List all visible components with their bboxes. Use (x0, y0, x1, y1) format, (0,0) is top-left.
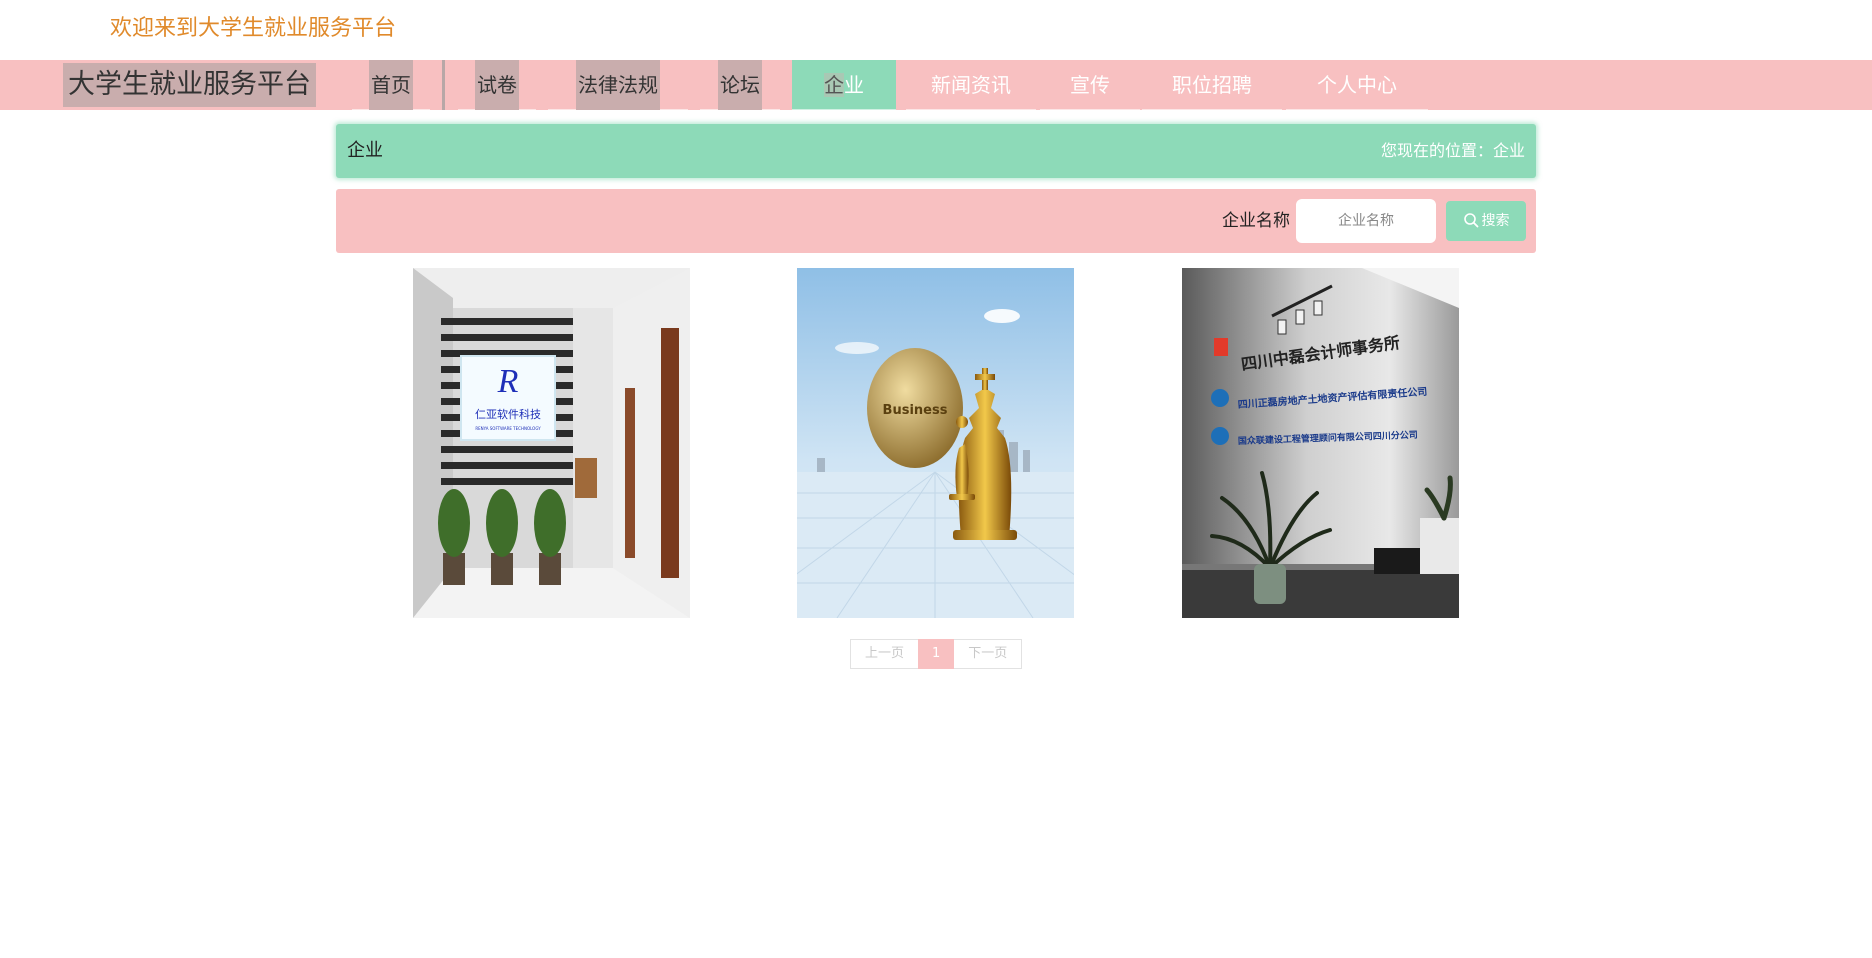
company-name-search-input[interactable] (1296, 199, 1436, 243)
search-label: 企业名称 (1222, 211, 1290, 231)
company-card-2[interactable]: Business (797, 268, 1074, 618)
welcome-text: 欢迎来到大学生就业服务平台 (110, 16, 397, 41)
company-image-reception-wall: 四川中磊会计师事务所 四川正磊房地产土地资产评估有限责任公司 国众联建设工程管理… (1182, 268, 1459, 618)
breadcrumb-bar: 企业 您现在的位置：企业 (336, 124, 1536, 178)
nav-item-exam[interactable]: 试卷 (458, 60, 536, 110)
nav-item-home[interactable]: 首页 (352, 60, 430, 110)
nav-item-label: 个人中心 (1317, 73, 1397, 97)
nav-item-label: 新闻资讯 (931, 73, 1011, 97)
nav-item-label: 职位招聘 (1172, 73, 1252, 97)
page-title: 企业 (347, 140, 383, 161)
brand-logo-text[interactable]: 大学生就业服务平台 (63, 63, 316, 107)
nav-item-label: 法律法规 (576, 60, 660, 110)
search-button-label: 搜索 (1481, 213, 1510, 229)
pagination: 上一页 1 下一页 (850, 639, 1023, 669)
nav-item-forum[interactable]: 论坛 (700, 60, 780, 110)
svg-text:R: R (497, 363, 519, 400)
sign-company-name: 仁亚软件科技 (475, 407, 541, 421)
next-page-button[interactable]: 下一页 (954, 639, 1023, 669)
nav-item-promotion[interactable]: 宣传 (1040, 60, 1140, 110)
search-icon (1463, 213, 1478, 228)
current-page-button[interactable]: 1 (918, 639, 955, 669)
sign-company-subtitle: RENYA SOFTWARE TECHNOLOGY (475, 426, 541, 431)
nav-item-label-first-char: 企 (824, 73, 844, 97)
nav-item-label: 论坛 (718, 60, 762, 110)
nav-item-profile[interactable]: 个人中心 (1286, 60, 1428, 110)
breadcrumb: 您现在的位置：企业 (1380, 141, 1525, 160)
company-card-3[interactable]: 四川中磊会计师事务所 四川正磊房地产土地资产评估有限责任公司 国众联建设工程管理… (1182, 268, 1459, 618)
nav-item-label: 企业 (822, 60, 866, 110)
main-navbar: 大学生就业服务平台 首页 试卷 法律法规 论坛 企业 新闻资讯 宣传 职位招聘 … (0, 60, 1872, 110)
nav-divider (442, 60, 445, 110)
nav-item-label: 宣传 (1070, 73, 1110, 97)
nav-item-company[interactable]: 企业 (792, 60, 896, 110)
company-image-business-chess: Business (797, 268, 1074, 618)
company-card-1[interactable]: R 仁亚软件科技 RENYA SOFTWARE TECHNOLOGY (413, 268, 690, 618)
nav-item-label: 首页 (369, 60, 413, 110)
company-image-office-entrance: R 仁亚软件科技 RENYA SOFTWARE TECHNOLOGY (413, 268, 690, 618)
prev-page-button[interactable]: 上一页 (850, 639, 919, 669)
globe-caption: Business (883, 403, 948, 418)
nav-item-jobs[interactable]: 职位招聘 (1142, 60, 1282, 110)
search-button[interactable]: 搜索 (1446, 201, 1526, 241)
nav-item-label-rest: 业 (844, 73, 864, 97)
nav-item-news[interactable]: 新闻资讯 (906, 60, 1036, 110)
nav-item-law[interactable]: 法律法规 (548, 60, 688, 110)
nav-item-label: 试卷 (475, 60, 519, 110)
search-bar: 企业名称 搜索 (336, 189, 1536, 253)
